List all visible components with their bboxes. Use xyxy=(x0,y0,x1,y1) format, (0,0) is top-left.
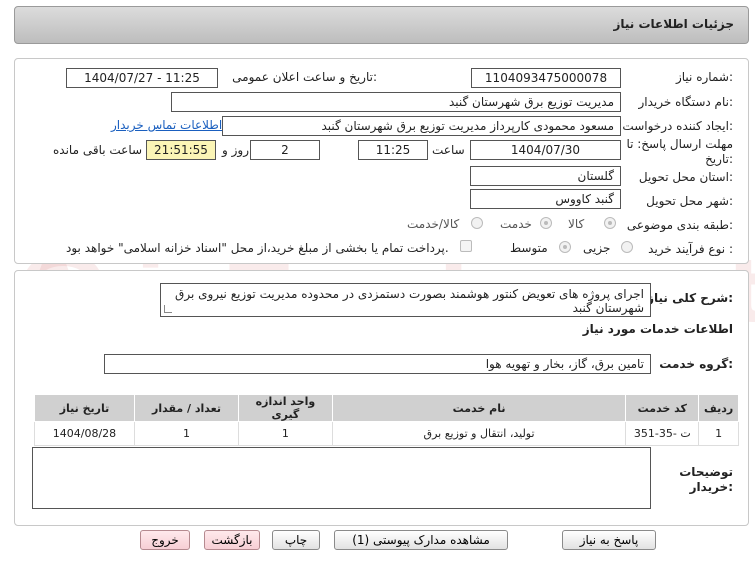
buyer-org-field: مدیریت توزیع برق شهرستان گنبد xyxy=(171,92,621,112)
page-title: جزئیات اطلاعات نیاز xyxy=(613,17,734,31)
need-info-panel xyxy=(14,58,749,264)
delivery-province-field: گلستان xyxy=(470,166,621,186)
col-header-row-number: ردیف xyxy=(698,394,739,422)
cell-service-name: تولید، انتقال و توزیع برق xyxy=(331,421,627,446)
cell-row-number: 1 xyxy=(698,421,739,446)
remaining-time-field: 21:51:55 xyxy=(146,140,216,160)
category-service-radio[interactable] xyxy=(540,217,552,229)
announce-datetime-label: تاریخ و ساعت اعلان عمومی: xyxy=(232,70,377,84)
remaining-days-field: 2 xyxy=(250,140,320,160)
announce-datetime-field: 1404/07/27 - 11:25 xyxy=(66,68,218,88)
days-and-label: روز و xyxy=(222,143,249,157)
process-minor-radio[interactable] xyxy=(621,241,633,253)
col-header-need-date: تاریخ نیاز xyxy=(34,394,135,422)
delivery-city-label: شهر محل تحویل: xyxy=(646,194,733,208)
services-table: ردیف کد خدمت نام خدمت واحد اندازه گیری ت… xyxy=(34,394,739,446)
process-medium-radio[interactable] xyxy=(559,241,571,253)
treasury-payment-note: پرداخت تمام یا بخشی از مبلغ خرید،از محل … xyxy=(66,241,449,255)
general-desc-text: اجرای پروژه های تعویض کنتور هوشمند بصورت… xyxy=(175,287,644,315)
treasury-payment-checkbox[interactable] xyxy=(460,240,472,252)
cell-quantity: 1 xyxy=(133,421,240,446)
col-header-unit: واحد اندازه گیری xyxy=(238,394,333,422)
need-number-label: شماره نیاز: xyxy=(675,70,733,84)
page-header: جزئیات اطلاعات نیاز xyxy=(14,6,749,44)
remaining-label: ساعت باقی مانده xyxy=(53,143,143,157)
cell-unit: 1 xyxy=(238,421,333,446)
service-group-label: گروه خدمت: xyxy=(659,357,733,371)
category-service-label: خدمت xyxy=(500,217,532,231)
print-button[interactable]: چاپ xyxy=(272,530,320,550)
cell-service-code: ت -35-351 xyxy=(625,421,700,446)
col-header-service-code: کد خدمت xyxy=(625,394,700,422)
process-minor-label: جزیی xyxy=(583,241,611,255)
buyer-org-label: نام دستگاه خریدار: xyxy=(638,95,734,109)
exit-button[interactable]: خروج xyxy=(140,530,190,550)
buyer-contact-link[interactable]: اطلاعات تماس خریدار xyxy=(111,118,222,132)
general-desc-textarea[interactable]: اجرای پروژه های تعویض کنتور هوشمند بصورت… xyxy=(160,283,651,317)
need-number-field: 1104093475000078 xyxy=(471,68,621,88)
buyer-notes-label-line1: توضیحات xyxy=(679,465,733,479)
view-attachments-button[interactable]: مشاهده مدارک پیوستی (1) xyxy=(334,530,508,550)
delivery-city-field: گنبد کاووس xyxy=(470,189,621,209)
resize-grip-icon[interactable] xyxy=(164,305,172,313)
deadline-label-line1: مهلت ارسال پاسخ: تا xyxy=(626,137,733,151)
category-goods-label: کالا xyxy=(568,217,585,231)
category-label: طبقه بندی موضوعی: xyxy=(626,218,733,232)
requester-label: ایجاد کننده درخواست: xyxy=(622,119,733,133)
deadline-time-field: 11:25 xyxy=(358,140,428,160)
process-type-label: نوع فرآیند خرید : xyxy=(648,242,733,256)
reply-to-need-button[interactable]: پاسخ به نیاز xyxy=(562,530,656,550)
table-header-row: ردیف کد خدمت نام خدمت واحد اندازه گیری ت… xyxy=(34,394,739,422)
cell-need-date: 1404/08/28 xyxy=(34,421,135,446)
category-goods-radio[interactable] xyxy=(604,217,616,229)
service-group-field: تامین برق، گاز، بخار و تهویه هوا xyxy=(104,354,651,374)
process-medium-label: متوسط xyxy=(510,241,548,255)
back-button[interactable]: بازگشت xyxy=(204,530,260,550)
col-header-service-name: نام خدمت xyxy=(331,394,627,422)
services-info-heading: اطلاعات خدمات مورد نیاز xyxy=(582,322,733,336)
category-goods-service-radio[interactable] xyxy=(471,217,483,229)
deadline-date-field: 1404/07/30 xyxy=(470,140,621,160)
delivery-province-label: استان محل تحویل: xyxy=(638,170,733,184)
requester-field: مسعود محمودی کارپرداز مدیریت توزیع برق ش… xyxy=(222,116,621,136)
category-goods-service-label: کالا/خدمت xyxy=(407,217,460,231)
buyer-notes-textarea[interactable] xyxy=(32,447,651,509)
deadline-time-label: ساعت xyxy=(432,143,465,157)
deadline-label-line2: تاریخ: xyxy=(705,152,733,166)
general-desc-label: شرح کلی نیاز: xyxy=(647,291,733,305)
col-header-quantity: تعداد / مقدار xyxy=(133,394,240,422)
table-row: 1 ت -35-351 تولید، انتقال و توزیع برق 1 … xyxy=(34,421,739,446)
buyer-notes-label-line2: خریدار: xyxy=(689,480,733,494)
